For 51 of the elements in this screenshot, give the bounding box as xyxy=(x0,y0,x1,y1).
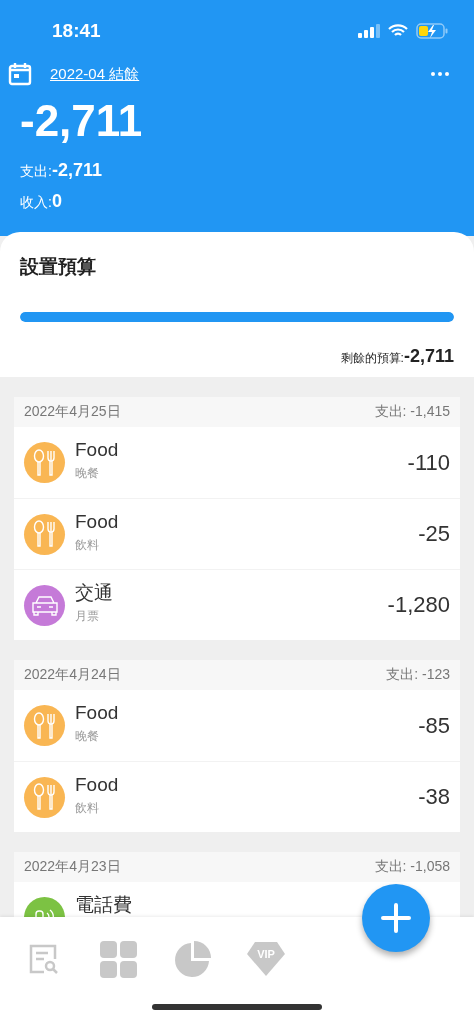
category-name: 電話費 xyxy=(75,894,133,916)
category-name: Food xyxy=(75,439,120,461)
budget-card[interactable]: 設置預算 剩餘的預算:-2,711 xyxy=(0,232,474,377)
spoon-fork-icon xyxy=(31,711,58,740)
transaction-amount: -85 xyxy=(418,712,450,739)
category-name: Food xyxy=(75,702,120,724)
battery-charging-icon xyxy=(416,23,448,39)
category-name: 交通 xyxy=(75,582,114,604)
transaction-note: 飲料 xyxy=(75,537,100,554)
tab-button[interactable] xyxy=(98,939,138,979)
signal-icon xyxy=(358,24,380,38)
expense-label: 支出: xyxy=(20,163,52,181)
day-total: 支出: -1,415 xyxy=(374,403,450,421)
transaction-row[interactable]: Food 晚餐 -85 xyxy=(14,690,460,761)
category-name: Food xyxy=(75,511,120,533)
day-total: 支出: -1,058 xyxy=(374,858,450,876)
transaction-note: 飲料 xyxy=(75,800,100,817)
balance-amount: -2,711 xyxy=(19,95,144,147)
budget-title: 設置預算 xyxy=(20,255,97,279)
calendar-icon[interactable] xyxy=(8,62,32,86)
spoon-fork-icon xyxy=(31,448,58,477)
transaction-amount: -38 xyxy=(418,784,450,810)
tab-button[interactable] xyxy=(172,939,212,979)
remaining-label: 剩餘的預算: xyxy=(340,351,404,367)
more-icon[interactable] xyxy=(430,71,450,77)
spoon-fork-icon xyxy=(31,783,58,811)
plus-icon xyxy=(381,903,411,933)
grid-icon xyxy=(99,940,137,978)
status-time: 18:41 xyxy=(52,20,101,42)
transaction-row[interactable]: Food 飲料 -38 xyxy=(14,761,460,832)
day-date: 2022年4月25日 xyxy=(24,403,121,421)
day-date: 2022年4月24日 xyxy=(24,666,121,684)
transaction-amount: -25 xyxy=(418,521,450,547)
transaction-row[interactable]: Food 飲料 -25 xyxy=(14,498,460,569)
transaction-note: 晚餐 xyxy=(75,465,100,482)
transaction-amount: -1,280 xyxy=(387,592,450,618)
pie-chart-icon xyxy=(173,940,211,978)
income-label: 收入: xyxy=(20,194,52,212)
transaction-note: 晚餐 xyxy=(75,728,100,745)
day-date: 2022年4月23日 xyxy=(24,858,121,876)
car-icon xyxy=(30,594,59,616)
day-total: 支出: -123 xyxy=(386,666,450,684)
transaction-amount: -110 xyxy=(407,449,450,476)
diamond-icon xyxy=(247,942,285,976)
category-name: Food xyxy=(75,774,120,796)
transaction-row[interactable]: 交通 月票 -1,280 xyxy=(14,569,460,640)
transaction-note: 月票 xyxy=(75,608,100,625)
spoon-fork-icon xyxy=(31,520,58,548)
wifi-icon xyxy=(388,24,408,38)
document-search-icon xyxy=(28,943,60,975)
transaction-row[interactable]: Food 晚餐 -110 xyxy=(14,427,460,498)
